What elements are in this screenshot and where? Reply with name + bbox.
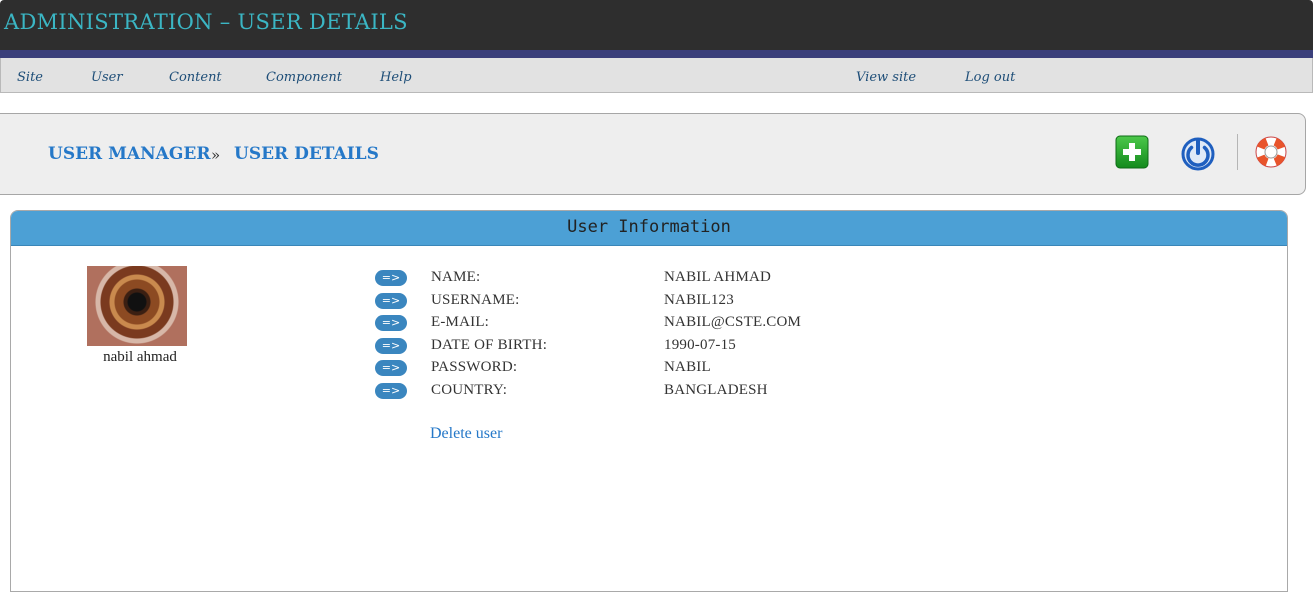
user-avatar [87, 266, 187, 346]
field-value-password: nabil [664, 359, 711, 375]
arrow-icon: => [375, 270, 407, 286]
arrow-icon: => [375, 360, 407, 376]
arrow-icon: => [375, 293, 407, 309]
delete-user-link[interactable]: Delete user [430, 424, 502, 444]
field-value-email: nabil@cste.com [664, 314, 802, 330]
panel-header: User Information [11, 211, 1287, 246]
power-icon[interactable] [1180, 135, 1216, 171]
field-label-username: Username: [431, 292, 520, 308]
panel-title: User Information [567, 217, 731, 237]
arrow-icon: => [375, 338, 407, 354]
menu-component[interactable]: Component [266, 70, 342, 86]
menu-log-out[interactable]: Log out [965, 70, 1015, 86]
menu-bar: Site User Content Component Help View si… [0, 58, 1313, 93]
user-information-panel: User Information [10, 210, 1288, 592]
field-label-password: Password: [431, 359, 518, 375]
help-lifebuoy-icon[interactable] [1254, 135, 1288, 169]
breadcrumb-user-details: User Details [234, 144, 379, 164]
field-label-email: E-mail: [431, 314, 490, 330]
field-value-username: nabil123 [664, 292, 734, 308]
arrow-icon: => [375, 315, 407, 331]
menu-user[interactable]: User [91, 70, 123, 86]
breadcrumb-user-manager[interactable]: User Manager [48, 144, 210, 164]
field-label-name: Name: [431, 269, 481, 285]
avatar-caption: nabil ahmad [103, 349, 177, 365]
field-value-country: Bangladesh [664, 382, 768, 398]
field-value-name: Nabil Ahmad [664, 269, 772, 285]
field-value-date-of-birth: 1990-07-15 [664, 337, 736, 353]
menu-view-site[interactable]: View site [856, 70, 916, 86]
app-header: Administration – User Details [0, 0, 1313, 50]
menu-site[interactable]: Site [17, 70, 43, 86]
page-title: Administration – User Details [4, 10, 408, 34]
breadcrumb-separator: » [211, 146, 221, 164]
menu-help[interactable]: Help [380, 70, 412, 86]
menu-content[interactable]: Content [169, 70, 222, 86]
field-label-country: Country: [431, 382, 508, 398]
header-accent-stripe [0, 50, 1313, 58]
arrow-icon: => [375, 383, 407, 399]
field-label-date-of-birth: Date of birth: [431, 337, 548, 353]
add-icon[interactable] [1115, 135, 1149, 169]
toolbar-divider [1237, 134, 1238, 170]
